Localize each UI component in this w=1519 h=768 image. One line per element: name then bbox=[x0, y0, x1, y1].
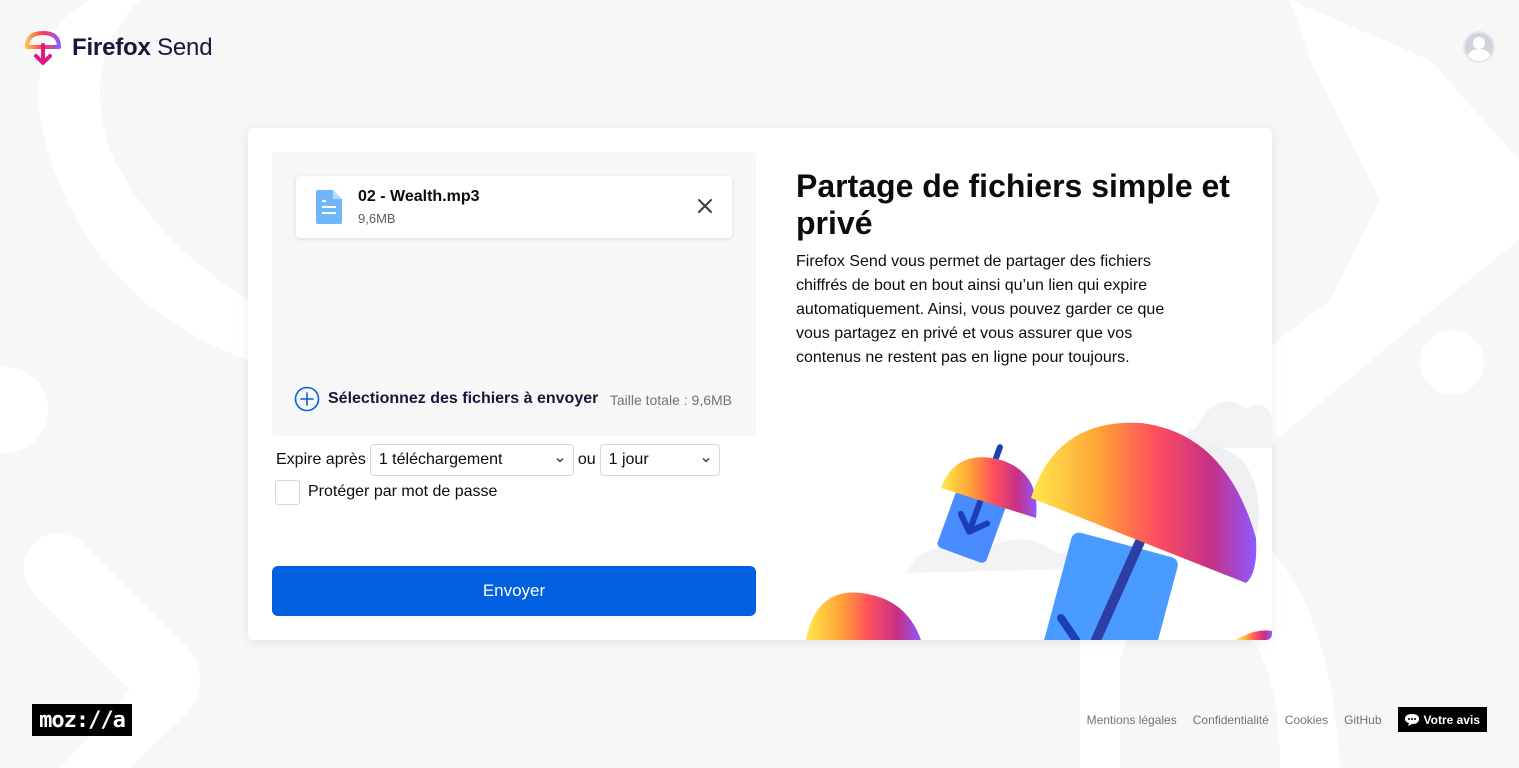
file-size: 9,6MB bbox=[358, 211, 396, 226]
user-avatar-icon bbox=[1467, 37, 1491, 61]
add-files-label: Sélectionnez des fichiers à envoyer bbox=[328, 390, 599, 407]
total-size: Taille totale : 9,6MB bbox=[609, 392, 732, 408]
chevron-down-icon bbox=[556, 457, 564, 463]
time-select-value: 1 jour bbox=[608, 451, 649, 468]
add-circle-icon bbox=[294, 386, 320, 412]
chevron-down-icon bbox=[702, 457, 710, 463]
footer-links: Mentions légales Confidentialité Cookies… bbox=[1071, 707, 1487, 732]
file-list-item: 02 - Wealth.mp3 9,6MB bbox=[296, 176, 732, 238]
expire-separator: ou bbox=[577, 451, 596, 468]
footer-link-privacy[interactable]: Confidentialité bbox=[1193, 713, 1269, 727]
file-icon bbox=[316, 190, 342, 224]
feedback-label: Votre avis bbox=[1423, 712, 1480, 727]
send-button[interactable]: Envoyer bbox=[272, 566, 756, 616]
password-label[interactable]: Protéger par mot de passe bbox=[308, 483, 497, 501]
expiry-options: Expire après 1 téléchargement ou 1 jour bbox=[276, 444, 720, 476]
password-checkbox[interactable] bbox=[275, 479, 300, 505]
time-select[interactable]: 1 jour bbox=[599, 444, 720, 476]
mozilla-logo[interactable]: moz://a bbox=[32, 704, 132, 736]
intro-description: Firefox Send vous permet de partager des… bbox=[796, 253, 1165, 366]
footer-link-legal[interactable]: Mentions légales bbox=[1087, 713, 1177, 727]
brand-name-bold: Firefox bbox=[72, 34, 151, 61]
close-icon[interactable] bbox=[696, 197, 714, 215]
main-card: 02 - Wealth.mp3 9,6MB Sélectionnez des f… bbox=[248, 128, 1272, 640]
brand-name-light: Send bbox=[157, 34, 213, 61]
feedback-button[interactable]: Votre avis bbox=[1397, 707, 1487, 732]
add-files-button[interactable]: Sélectionnez des fichiers à envoyer bbox=[294, 386, 598, 412]
footer-link-cookies[interactable]: Cookies bbox=[1285, 713, 1328, 727]
feedback-chat-icon bbox=[1404, 713, 1419, 726]
brand-name[interactable]: Firefox Send bbox=[72, 34, 213, 62]
app-header: Firefox Send bbox=[24, 28, 213, 68]
downloads-select[interactable]: 1 téléchargement bbox=[369, 444, 574, 476]
downloads-select-value: 1 téléchargement bbox=[378, 451, 503, 468]
file-name: 02 - Wealth.mp3 bbox=[358, 188, 480, 205]
password-option: Protéger par mot de passe bbox=[275, 479, 497, 505]
upload-area[interactable]: 02 - Wealth.mp3 9,6MB Sélectionnez des f… bbox=[272, 152, 756, 436]
footer-link-github[interactable]: GitHub bbox=[1344, 713, 1381, 727]
intro-title: Partage de fichiers simple et privé bbox=[796, 168, 1230, 241]
expire-label: Expire après bbox=[276, 451, 366, 468]
send-logo-icon[interactable] bbox=[24, 29, 62, 67]
umbrella-illustration bbox=[806, 401, 1272, 640]
user-avatar[interactable] bbox=[1463, 31, 1495, 63]
